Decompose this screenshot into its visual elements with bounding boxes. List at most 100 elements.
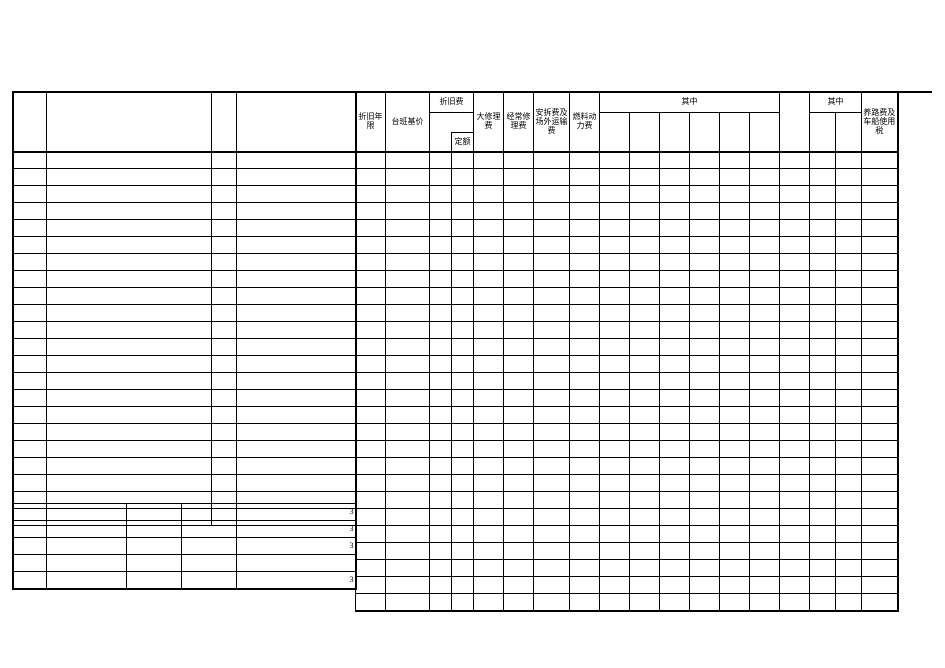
cell[interactable]	[430, 526, 452, 543]
cell[interactable]	[720, 186, 750, 203]
cell[interactable]	[750, 356, 780, 373]
cell[interactable]	[474, 220, 504, 237]
cell[interactable]	[836, 594, 862, 612]
cell[interactable]	[356, 526, 386, 543]
cell[interactable]	[126, 572, 181, 590]
cell[interactable]	[386, 186, 430, 203]
cell[interactable]	[430, 458, 452, 475]
cell[interactable]	[474, 560, 504, 577]
cell[interactable]	[474, 424, 504, 441]
cell[interactable]	[13, 271, 46, 288]
cell[interactable]	[600, 322, 630, 339]
cell[interactable]	[236, 237, 356, 254]
cell[interactable]	[474, 339, 504, 356]
cell[interactable]	[211, 322, 236, 339]
cell[interactable]	[504, 560, 534, 577]
cell[interactable]	[46, 322, 211, 339]
cell[interactable]	[600, 305, 630, 322]
cell[interactable]	[720, 254, 750, 271]
cell[interactable]	[600, 271, 630, 288]
cell[interactable]	[386, 220, 430, 237]
cell[interactable]	[46, 271, 211, 288]
cell[interactable]	[660, 373, 690, 390]
cell[interactable]	[690, 543, 720, 560]
cell[interactable]	[474, 305, 504, 322]
cell[interactable]	[660, 322, 690, 339]
cell[interactable]	[630, 220, 660, 237]
cell[interactable]	[690, 152, 720, 169]
cell[interactable]	[452, 475, 474, 492]
cell[interactable]	[386, 407, 430, 424]
cell[interactable]	[810, 526, 836, 543]
cell[interactable]	[862, 509, 898, 526]
cell[interactable]	[452, 220, 474, 237]
cell[interactable]	[780, 305, 810, 322]
cell[interactable]	[750, 322, 780, 339]
cell[interactable]	[430, 560, 452, 577]
cell[interactable]	[720, 339, 750, 356]
cell[interactable]	[810, 475, 836, 492]
cell[interactable]	[660, 441, 690, 458]
cell[interactable]	[504, 254, 534, 271]
cell[interactable]	[430, 475, 452, 492]
cell[interactable]	[386, 203, 430, 220]
cell[interactable]	[126, 555, 181, 572]
cell[interactable]	[720, 594, 750, 612]
cell[interactable]	[720, 203, 750, 220]
cell[interactable]	[452, 288, 474, 305]
cell[interactable]	[13, 356, 46, 373]
cell[interactable]	[570, 594, 600, 612]
cell[interactable]	[46, 555, 126, 572]
cell[interactable]	[430, 373, 452, 390]
cell[interactable]	[46, 356, 211, 373]
cell[interactable]	[720, 577, 750, 594]
cell[interactable]	[211, 356, 236, 373]
cell[interactable]	[630, 492, 660, 509]
cell[interactable]	[430, 492, 452, 509]
cell[interactable]	[630, 441, 660, 458]
cell[interactable]	[504, 339, 534, 356]
cell[interactable]	[430, 203, 452, 220]
cell[interactable]	[690, 305, 720, 322]
cell[interactable]	[836, 373, 862, 390]
cell[interactable]	[534, 458, 570, 475]
cell[interactable]	[780, 271, 810, 288]
cell[interactable]	[836, 339, 862, 356]
cell[interactable]	[690, 322, 720, 339]
cell[interactable]	[13, 169, 46, 186]
cell[interactable]	[474, 356, 504, 373]
cell[interactable]	[236, 441, 356, 458]
cell[interactable]	[750, 509, 780, 526]
cell[interactable]	[630, 305, 660, 322]
cell[interactable]	[720, 322, 750, 339]
cell[interactable]	[356, 390, 386, 407]
cell[interactable]	[780, 339, 810, 356]
cell[interactable]	[862, 254, 898, 271]
cell[interactable]	[600, 356, 630, 373]
cell[interactable]	[862, 288, 898, 305]
cell[interactable]	[534, 424, 570, 441]
cell[interactable]	[13, 424, 46, 441]
cell[interactable]	[211, 169, 236, 186]
cell[interactable]	[750, 203, 780, 220]
cell[interactable]	[474, 390, 504, 407]
cell[interactable]	[780, 254, 810, 271]
cell[interactable]	[720, 356, 750, 373]
cell[interactable]	[504, 407, 534, 424]
cell[interactable]	[750, 492, 780, 509]
cell[interactable]	[430, 509, 452, 526]
cell[interactable]	[810, 339, 836, 356]
cell[interactable]	[862, 271, 898, 288]
cell[interactable]	[630, 152, 660, 169]
cell[interactable]	[720, 475, 750, 492]
cell[interactable]	[810, 492, 836, 509]
cell[interactable]	[386, 373, 430, 390]
marker-cell[interactable]: 3	[236, 572, 356, 590]
cell[interactable]	[690, 271, 720, 288]
cell[interactable]	[46, 521, 126, 538]
cell[interactable]	[660, 543, 690, 560]
cell[interactable]	[46, 373, 211, 390]
cell[interactable]	[690, 526, 720, 543]
cell[interactable]	[46, 220, 211, 237]
cell[interactable]	[474, 169, 504, 186]
